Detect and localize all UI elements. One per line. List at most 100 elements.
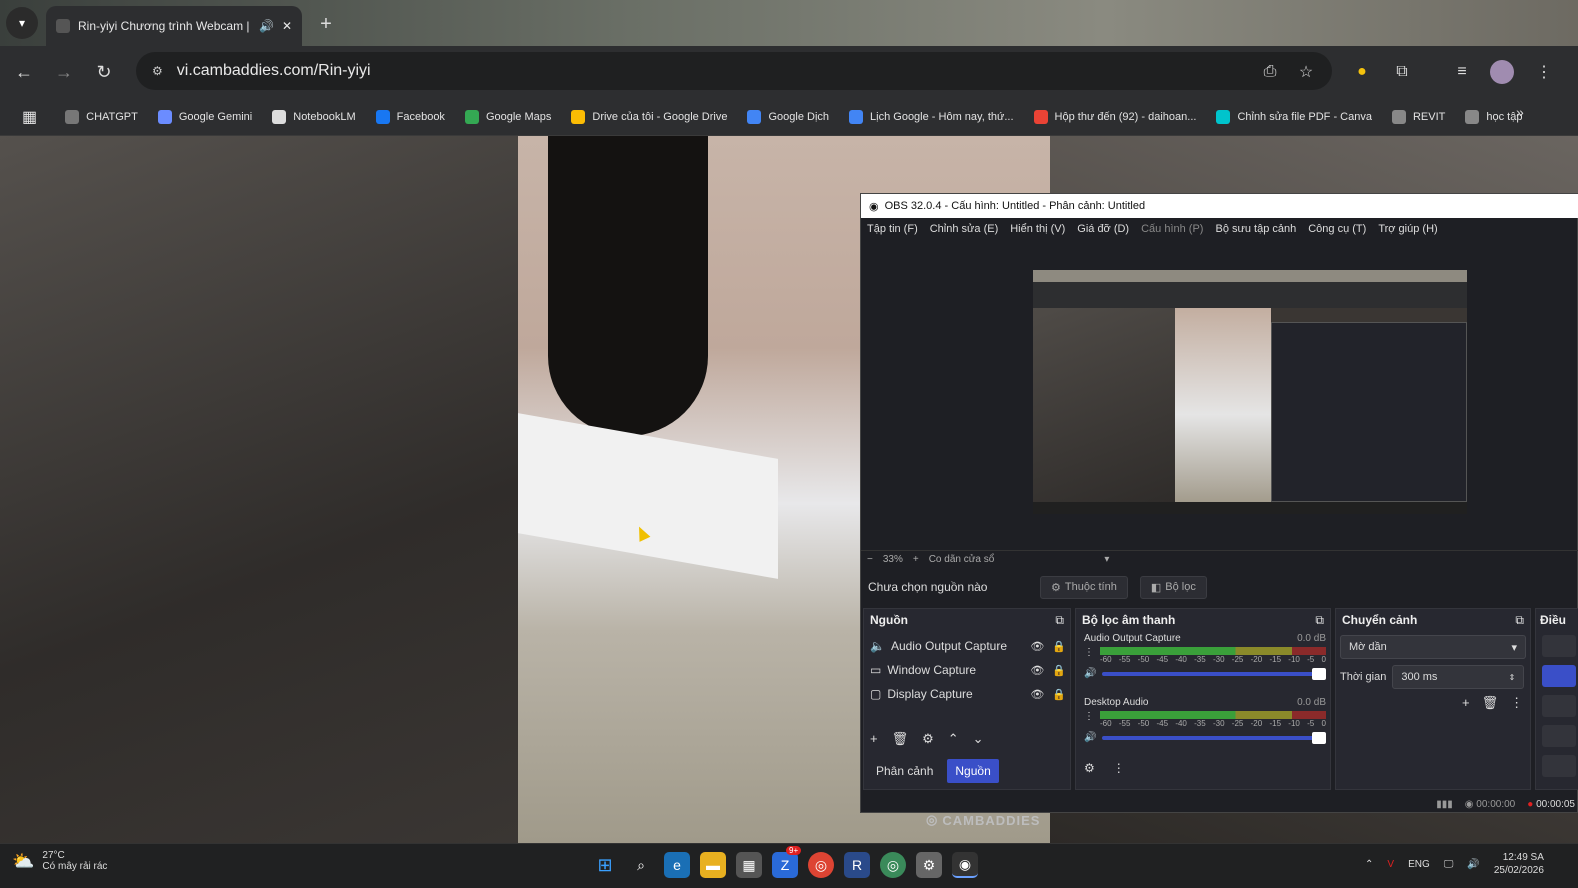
dock-float-icon[interactable]: ⧉	[1315, 613, 1324, 628]
filters-button[interactable]: ◧ Bộ lọc	[1139, 575, 1207, 599]
media-control-icon[interactable]: ≡	[1450, 60, 1474, 84]
volume-slider[interactable]	[1102, 731, 1326, 744]
reload-icon[interactable]: ↻	[92, 60, 116, 84]
bookmark-item[interactable]: Google Gemini	[148, 109, 262, 124]
visibility-eye-icon[interactable]: 👁	[1030, 688, 1044, 701]
settings-button[interactable]	[1542, 755, 1576, 777]
zoom-out-icon[interactable]: −	[867, 554, 873, 565]
bookmark-item[interactable]: Lịch Google - Hôm nay, thứ...	[839, 109, 1024, 124]
move-down-icon[interactable]: ⌄	[973, 731, 984, 747]
volume-slider[interactable]	[1102, 667, 1326, 680]
chevron-up-icon[interactable]: ⌃	[1365, 859, 1373, 870]
scale-mode-select[interactable]: Co dãn cửa sổ	[929, 554, 995, 565]
obs-menu-item[interactable]: Chỉnh sửa (E)	[930, 223, 999, 235]
more-bookmarks-icon[interactable]: »	[1516, 104, 1524, 120]
source-item[interactable]: ▢ Display Capture 👁 🔒	[870, 683, 1066, 705]
start-streaming-button[interactable]	[1542, 635, 1576, 657]
virtual-camera-button[interactable]	[1542, 695, 1576, 717]
site-info-icon[interactable]: ⚙	[152, 64, 163, 78]
language-indicator[interactable]: ENG	[1408, 859, 1430, 870]
obs-menu-item[interactable]: Tập tin (F)	[867, 223, 918, 235]
lock-icon[interactable]: 🔒	[1052, 688, 1066, 701]
channel-menu-icon[interactable]: ⋮	[1084, 711, 1094, 728]
obs-preview[interactable]	[1033, 270, 1467, 514]
dock-float-icon[interactable]: ⧉	[1055, 613, 1064, 628]
stepper-icon[interactable]: ⇕	[1509, 673, 1516, 682]
obs-menu-item[interactable]: Cấu hình (P)	[1141, 223, 1203, 235]
volume-icon[interactable]: 🔊	[1467, 859, 1479, 870]
obs-menu-item[interactable]: Công cụ (T)	[1308, 223, 1366, 235]
settings-gear-icon[interactable]: ⚙	[916, 852, 942, 878]
lock-icon[interactable]: 🔒	[1052, 664, 1066, 677]
trash-icon[interactable]: 🗑	[892, 731, 909, 747]
bookmark-item[interactable]: Google Maps	[455, 109, 561, 124]
stop-recording-button[interactable]	[1542, 665, 1576, 687]
calculator-icon[interactable]: ▦	[736, 852, 762, 878]
windows-start-icon[interactable]: ⊞	[592, 852, 618, 878]
bookmark-item[interactable]: NotebookLM	[262, 109, 365, 124]
transition-select[interactable]: Mờ dần ▾	[1340, 635, 1526, 659]
chrome-icon[interactable]: ◎	[808, 852, 834, 878]
chrome-profile-icon[interactable]: ◎	[880, 852, 906, 878]
install-app-icon[interactable]: ⎙	[1258, 60, 1282, 84]
bookmark-item[interactable]: Google Dịch	[737, 109, 839, 124]
scale-dropdown-icon[interactable]: ▾	[1104, 554, 1109, 565]
obs-menu-item[interactable]: Trợ giúp (H)	[1378, 223, 1437, 235]
obs-menu-item[interactable]: Giá đỡ (D)	[1077, 223, 1129, 235]
edge-icon[interactable]: e	[664, 852, 690, 878]
source-item[interactable]: ▭ Window Capture 👁 🔒	[870, 659, 1066, 681]
channel-menu-icon[interactable]: ⋮	[1084, 647, 1094, 664]
zoom-in-icon[interactable]: +	[913, 554, 919, 565]
profile-avatar[interactable]	[1490, 60, 1514, 84]
tab-sources[interactable]: Nguồn	[947, 759, 999, 783]
browser-tab[interactable]: Rin-yiyi Chương trình Webcam | Cam 🔊 ✕	[46, 6, 302, 46]
bookmark-item[interactable]: REVIT	[1382, 109, 1455, 124]
add-icon[interactable]: +	[1462, 695, 1470, 711]
visibility-eye-icon[interactable]: 👁	[1030, 640, 1044, 653]
extension-icon[interactable]: ●	[1350, 60, 1374, 84]
obs-taskbar-icon[interactable]: ◉	[952, 852, 978, 878]
gear-icon[interactable]: ⚙	[922, 731, 934, 747]
duration-input[interactable]: 300 ms ⇕	[1392, 665, 1525, 689]
weather-widget[interactable]: ⛅ 27°C Có mây rải rác	[12, 850, 107, 872]
mute-speaker-icon[interactable]: 🔊	[1084, 732, 1096, 743]
forward-icon[interactable]: →	[52, 60, 76, 84]
menu-kebab-icon[interactable]: ⋮	[1510, 695, 1523, 711]
trash-icon[interactable]: 🗑	[1482, 695, 1499, 711]
network-icon[interactable]: 🖵	[1444, 859, 1454, 870]
bookmark-item[interactable]: Drive của tôi - Google Drive	[561, 109, 737, 124]
speaker-icon[interactable]: 🔊	[259, 19, 274, 33]
revit-icon[interactable]: R	[844, 852, 870, 878]
mixer-menu-icon[interactable]: ⋮	[1113, 761, 1125, 775]
bookmark-item[interactable]: Chỉnh sửa file PDF - Canva	[1206, 109, 1382, 124]
obs-menu-item[interactable]: Bộ sưu tập cảnh	[1215, 223, 1296, 235]
lock-icon[interactable]: 🔒	[1052, 640, 1066, 653]
menu-kebab-icon[interactable]: ⋮	[1532, 60, 1556, 84]
visibility-eye-icon[interactable]: 👁	[1030, 664, 1044, 677]
clock[interactable]: 12:49 SA 25/02/2026	[1494, 851, 1544, 877]
tab-scenes[interactable]: Phân cảnh	[868, 759, 941, 783]
unikey-icon[interactable]: V	[1387, 859, 1394, 870]
new-tab-button[interactable]: +	[314, 12, 338, 36]
close-tab-icon[interactable]: ✕	[282, 19, 292, 33]
mute-speaker-icon[interactable]: 🔊	[1084, 668, 1096, 679]
address-bar[interactable]: ⚙ vi.cambaddies.com/Rin-yiyi	[136, 52, 1332, 90]
search-icon[interactable]: ⌕	[628, 852, 654, 878]
obs-menu-item[interactable]: Hiển thị (V)	[1010, 223, 1065, 235]
bookmark-item[interactable]: CHATGPT	[55, 109, 148, 124]
properties-button[interactable]: ⚙ Thuộc tính	[1040, 575, 1128, 599]
file-explorer-icon[interactable]: ▬	[700, 852, 726, 878]
source-item[interactable]: 🔈 Audio Output Capture 👁 🔒	[870, 635, 1066, 657]
bookmark-item[interactable]: Hộp thư đến (92) - daihoan...	[1024, 109, 1207, 124]
dock-float-icon[interactable]: ⧉	[1515, 613, 1524, 628]
tab-search-button[interactable]: ▾	[6, 7, 38, 39]
apps-grid-icon[interactable]: ▦	[12, 107, 55, 127]
zalo-icon[interactable]: Z 9+	[772, 846, 802, 878]
bookmark-star-icon[interactable]: ☆	[1294, 60, 1318, 84]
advanced-audio-gear-icon[interactable]: ⚙	[1084, 761, 1095, 775]
extensions-puzzle-icon[interactable]: ⧉	[1390, 60, 1414, 84]
studio-mode-button[interactable]	[1542, 725, 1576, 747]
back-icon[interactable]: ←	[12, 60, 36, 84]
move-up-icon[interactable]: ⌃	[948, 731, 959, 747]
bookmark-item[interactable]: Facebook	[366, 109, 455, 124]
